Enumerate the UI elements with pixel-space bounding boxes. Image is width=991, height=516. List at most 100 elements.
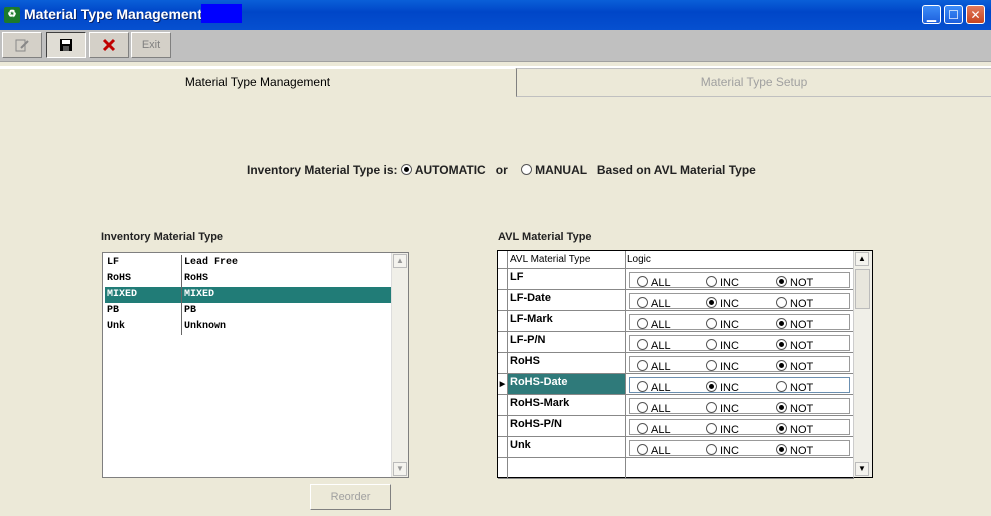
- table-row[interactable]: LF-P/N ALL INC NOT: [498, 332, 854, 353]
- tab-material-type-setup[interactable]: Material Type Setup: [516, 68, 991, 97]
- radio-icon[interactable]: [637, 339, 648, 350]
- list-item[interactable]: LF Lead Free: [105, 255, 392, 271]
- logic-option-inc[interactable]: INC: [706, 276, 739, 289]
- logic-option-inc[interactable]: INC: [706, 360, 739, 373]
- logic-option-all[interactable]: ALL: [637, 423, 671, 436]
- logic-option-inc[interactable]: INC: [706, 318, 739, 331]
- radio-icon[interactable]: [637, 423, 648, 434]
- automatic-label[interactable]: AUTOMATIC: [415, 163, 486, 177]
- avl-type-cell[interactable]: LF-Mark: [508, 311, 626, 332]
- logic-radio-group[interactable]: ALL INC NOT: [629, 377, 850, 394]
- radio-icon[interactable]: [637, 402, 648, 413]
- list-item[interactable]: PB PB: [105, 303, 392, 319]
- logic-radio-group[interactable]: ALL INC NOT: [629, 356, 850, 373]
- avl-type-cell[interactable]: RoHS-P/N: [508, 416, 626, 437]
- table-row[interactable]: LF ALL INC NOT: [498, 269, 854, 290]
- table-row[interactable]: LF-Date ALL INC NOT: [498, 290, 854, 311]
- logic-option-inc[interactable]: INC: [706, 423, 739, 436]
- avl-type-cell[interactable]: RoHS: [508, 353, 626, 374]
- radio-icon[interactable]: [706, 297, 717, 308]
- logic-cell[interactable]: ALL INC NOT: [626, 374, 854, 395]
- scroll-up-icon[interactable]: ▲: [855, 252, 869, 266]
- table-row[interactable]: RoHS-P/N ALL INC NOT: [498, 416, 854, 437]
- cancel-button[interactable]: [89, 32, 129, 58]
- scroll-down-icon[interactable]: ▼: [393, 462, 407, 476]
- logic-option-not[interactable]: NOT: [776, 423, 813, 436]
- radio-icon[interactable]: [637, 444, 648, 455]
- logic-option-not[interactable]: NOT: [776, 444, 813, 457]
- list-item[interactable]: MIXED MIXED: [105, 287, 392, 303]
- radio-icon[interactable]: [637, 318, 648, 329]
- logic-cell[interactable]: [626, 458, 854, 479]
- radio-icon[interactable]: [706, 423, 717, 434]
- radio-icon[interactable]: [776, 423, 787, 434]
- radio-icon[interactable]: [706, 402, 717, 413]
- avl-type-cell[interactable]: RoHS-Date: [508, 374, 626, 395]
- logic-radio-group[interactable]: ALL INC NOT: [629, 419, 850, 436]
- inventory-material-list[interactable]: LF Lead Free RoHS RoHS MIXED MIXED PB PB Unk Unkn…: [102, 252, 409, 478]
- logic-radio-group[interactable]: ALL INC NOT: [629, 440, 850, 457]
- logic-cell[interactable]: ALL INC NOT: [626, 332, 854, 353]
- logic-option-not[interactable]: NOT: [776, 402, 813, 415]
- radio-icon[interactable]: [776, 318, 787, 329]
- scroll-up-icon[interactable]: ▲: [393, 254, 407, 268]
- minimize-icon[interactable]: ▁: [922, 5, 941, 24]
- list-item[interactable]: RoHS RoHS: [105, 271, 392, 287]
- avl-grid-scrollbar[interactable]: ▲ ▼: [853, 251, 872, 477]
- avl-type-cell[interactable]: Unk: [508, 437, 626, 458]
- save-button[interactable]: [46, 32, 86, 58]
- logic-option-not[interactable]: NOT: [776, 318, 813, 331]
- tab-material-type-management[interactable]: Material Type Management: [0, 68, 515, 96]
- table-row[interactable]: Unk ALL INC NOT: [498, 437, 854, 458]
- table-row[interactable]: RoHS-Mark ALL INC NOT: [498, 395, 854, 416]
- close-icon[interactable]: ✕: [966, 5, 985, 24]
- logic-radio-group[interactable]: ALL INC NOT: [629, 398, 850, 415]
- radio-icon[interactable]: [776, 381, 787, 392]
- logic-option-not[interactable]: NOT: [776, 339, 813, 352]
- radio-icon[interactable]: [706, 276, 717, 287]
- avl-type-cell[interactable]: LF-P/N: [508, 332, 626, 353]
- scroll-thumb[interactable]: [855, 269, 870, 309]
- radio-icon[interactable]: [706, 360, 717, 371]
- logic-option-inc[interactable]: INC: [706, 402, 739, 415]
- manual-radio[interactable]: [521, 164, 533, 175]
- exit-button[interactable]: Exit: [131, 32, 171, 58]
- reorder-button[interactable]: Reorder: [310, 484, 391, 510]
- radio-icon[interactable]: [637, 276, 648, 287]
- logic-option-not[interactable]: NOT: [776, 360, 813, 373]
- logic-cell[interactable]: ALL INC NOT: [626, 269, 854, 290]
- logic-cell[interactable]: ALL INC NOT: [626, 416, 854, 437]
- automatic-radio[interactable]: [400, 164, 412, 175]
- logic-option-not[interactable]: NOT: [776, 381, 813, 394]
- logic-radio-group[interactable]: ALL INC NOT: [629, 293, 850, 310]
- logic-option-all[interactable]: ALL: [637, 339, 671, 352]
- logic-option-inc[interactable]: INC: [706, 444, 739, 457]
- radio-icon[interactable]: [776, 297, 787, 308]
- avl-type-cell[interactable]: [508, 458, 626, 479]
- logic-option-all[interactable]: ALL: [637, 360, 671, 373]
- radio-icon[interactable]: [776, 276, 787, 287]
- logic-cell[interactable]: ALL INC NOT: [626, 311, 854, 332]
- logic-cell[interactable]: ALL INC NOT: [626, 353, 854, 374]
- logic-option-not[interactable]: NOT: [776, 276, 813, 289]
- logic-option-all[interactable]: ALL: [637, 381, 671, 394]
- table-row[interactable]: LF-Mark ALL INC NOT: [498, 311, 854, 332]
- logic-radio-group[interactable]: ALL INC NOT: [629, 335, 850, 352]
- avl-type-cell[interactable]: LF: [508, 269, 626, 290]
- logic-radio-group[interactable]: ALL INC NOT: [629, 314, 850, 331]
- manual-label[interactable]: MANUAL: [535, 163, 587, 177]
- maximize-icon[interactable]: ☐: [944, 5, 963, 24]
- logic-option-all[interactable]: ALL: [637, 297, 671, 310]
- logic-option-all[interactable]: ALL: [637, 276, 671, 289]
- logic-cell[interactable]: ALL INC NOT: [626, 290, 854, 311]
- radio-icon[interactable]: [637, 360, 648, 371]
- table-row[interactable]: ▶ RoHS-Date ALL INC NOT: [498, 374, 854, 395]
- radio-icon[interactable]: [776, 360, 787, 371]
- scroll-down-icon[interactable]: ▼: [855, 462, 869, 476]
- empty-table-row[interactable]: [498, 458, 854, 479]
- radio-icon[interactable]: [637, 297, 648, 308]
- logic-cell[interactable]: ALL INC NOT: [626, 437, 854, 458]
- radio-icon[interactable]: [706, 339, 717, 350]
- radio-icon[interactable]: [776, 402, 787, 413]
- avl-material-grid[interactable]: AVL Material Type Logic LF ALL INC NOT LF-Da…: [497, 250, 873, 479]
